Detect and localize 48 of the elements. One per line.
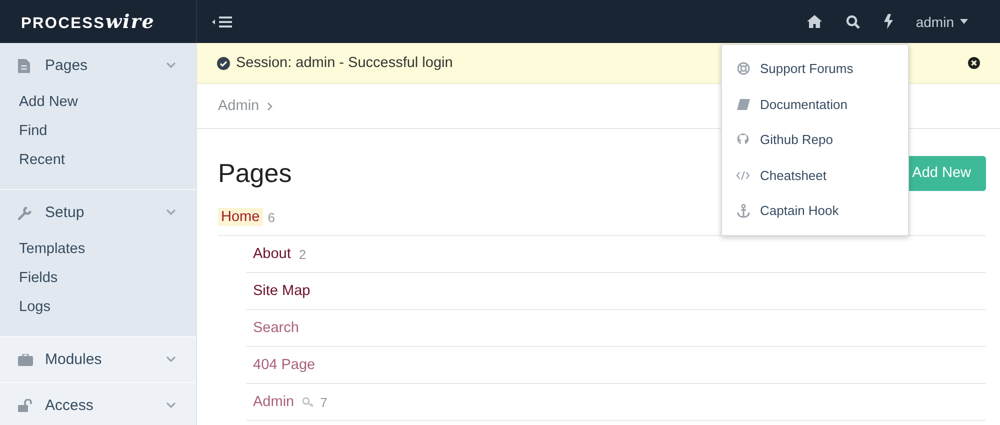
book-icon [736,98,750,110]
page-link[interactable]: Search [250,319,302,337]
notice-message: Session: admin - Successful login [236,55,453,71]
menu-item[interactable]: Support Forums [722,51,908,86]
page-link[interactable]: 404 Page [250,356,318,374]
briefcase-icon [18,354,33,366]
sidebar-section-header[interactable]: Setup [0,190,196,235]
menu-item[interactable]: Documentation [722,86,908,122]
chevron-down-icon [166,209,176,216]
menu-item[interactable]: Captain Hook [722,193,908,228]
page-heading: Pages [218,158,292,188]
document-icon [18,58,30,72]
logo-wordmark[interactable]: PROCESSwire [21,10,155,32]
sidebar-item[interactable]: Find [0,117,196,146]
chevron-down-icon [166,402,176,409]
code-icon [736,170,750,181]
lifebuoy-icon [736,62,750,76]
page-link[interactable]: Home [218,208,263,226]
page-link[interactable]: Site Map [250,282,314,300]
caret-icon [960,19,968,24]
unlocked-padlock-icon [18,399,33,412]
child-count: 6 [268,210,275,224]
chevron-down-icon [166,356,176,363]
sidebar-item[interactable]: Fields [0,264,196,293]
github-icon [737,133,749,146]
child-count: 2 [298,246,306,262]
page-link[interactable]: Admin [250,393,298,411]
sidebar-section-header[interactable]: Pages [0,43,196,88]
menu-item[interactable]: Github Repo [722,122,908,158]
check-circle-icon [217,56,230,70]
sidebar-section-header[interactable]: Modules [0,337,196,382]
chevron-right-icon [267,102,274,110]
sidebar-item[interactable]: Logs [0,293,196,322]
section-label: Modules [45,351,103,368]
close-icon[interactable] [968,57,980,69]
section-label: Access [45,397,94,414]
chevron-down-icon [166,62,176,69]
anchor-icon [736,204,750,218]
section-label: Pages [45,57,89,74]
user-menu-button[interactable]: admin [914,12,970,32]
sidebar-item[interactable]: Add New [0,88,196,117]
section-label: Setup [45,204,86,221]
sidebar-item[interactable]: Recent [0,146,196,175]
sidebar-section-header[interactable]: Access [0,383,196,425]
page-link[interactable]: About [250,245,294,263]
wrench-icon [18,206,32,220]
child-count: 7 [320,394,328,410]
sidebar-item[interactable]: Templates [0,235,196,264]
